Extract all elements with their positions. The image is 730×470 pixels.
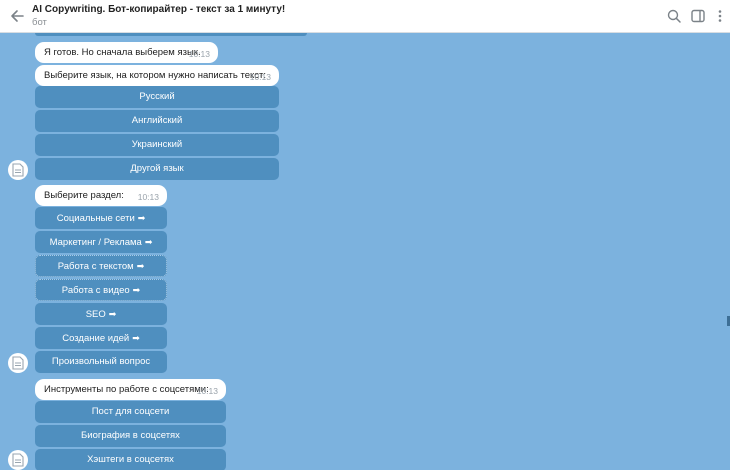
bot-avatar[interactable] (8, 353, 28, 373)
keyboard-button-ukrainian[interactable]: Украинский (35, 134, 279, 156)
keyboard-button-idea-creation[interactable]: Создание идей ➡ (35, 327, 167, 349)
keyboard-button-social-post[interactable]: Пост для соцсети (35, 401, 226, 423)
message-text: Выберите раздел: (44, 190, 124, 201)
arrow-right-icon: ➡ (137, 213, 146, 223)
keyboard-button-russian[interactable]: Русский (35, 86, 279, 108)
arrow-right-icon: ➡ (108, 309, 117, 319)
sidebar-toggle-icon[interactable] (690, 8, 706, 24)
message-time: 10:13 (196, 386, 218, 396)
message-bubble: Инструменты по работе с соцсетями: 10:13 (35, 379, 226, 400)
keyboard-button-other-language[interactable]: Другой язык (35, 158, 279, 180)
keyboard-button-free-question[interactable]: Произвольный вопрос (35, 351, 167, 373)
message-bubble: Я готов. Но сначала выберем язык. 10:13 (35, 42, 218, 63)
keyboard-button-video-work[interactable]: Работа с видео ➡ (35, 279, 167, 301)
message-time: 10:13 (137, 192, 159, 202)
arrow-right-icon: ➡ (132, 285, 141, 295)
bot-avatar[interactable] (8, 160, 28, 180)
message-text: Выберите язык, на котором нужно написать… (44, 70, 266, 81)
chat-subtitle: бот (32, 17, 47, 28)
message-time: 10:13 (249, 72, 271, 82)
message-text: Инструменты по работе с соцсетями: (44, 384, 209, 395)
message-text: Я готов. Но сначала выберем язык. (44, 47, 201, 58)
keyboard-button-english[interactable]: Английский (35, 110, 279, 132)
arrow-right-icon: ➡ (136, 261, 145, 271)
keyboard-button-marketing[interactable]: Маркетинг / Реклама ➡ (35, 231, 167, 253)
keyboard-button-seo[interactable]: SEO ➡ (35, 303, 167, 325)
message-bubble: Выберите язык, на котором нужно написать… (35, 65, 279, 86)
search-icon[interactable] (666, 8, 682, 24)
document-icon (12, 163, 24, 177)
chat-header: AI Copywriting. Бот-копирайтер - текст з… (0, 0, 730, 33)
more-vertical-icon[interactable] (712, 8, 728, 24)
previous-keyboard-button-edge[interactable] (35, 33, 307, 36)
keyboard-button-social-networks[interactable]: Социальные сети ➡ (35, 207, 167, 229)
message-list[interactable]: Я готов. Но сначала выберем язык. 10:13 … (0, 33, 730, 470)
keyboard-button-social-hashtags[interactable]: Хэштеги в соцсетях (35, 449, 226, 470)
arrow-right-icon: ➡ (132, 333, 140, 343)
document-icon (12, 453, 24, 467)
message-bubble: Выберите раздел: 10:13 (35, 185, 167, 206)
chat-title[interactable]: AI Copywriting. Бот-копирайтер - текст з… (32, 4, 285, 15)
keyboard-button-social-bio[interactable]: Биография в соцсетях (35, 425, 226, 447)
keyboard-button-text-work[interactable]: Работа с текстом ➡ (35, 255, 167, 277)
back-arrow-icon[interactable] (8, 7, 26, 25)
arrow-right-icon: ➡ (144, 237, 153, 247)
message-time: 10:13 (188, 49, 210, 59)
document-icon (12, 356, 24, 370)
bot-avatar[interactable] (8, 450, 28, 470)
